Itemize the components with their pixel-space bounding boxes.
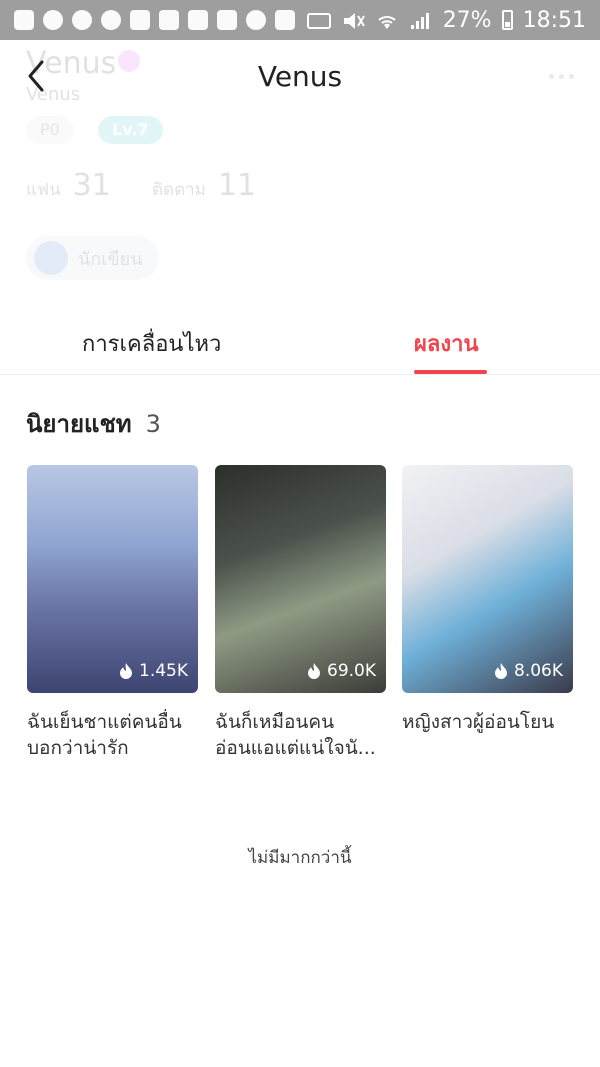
signal-icon (409, 11, 433, 29)
writer-badge: นักเขียน (26, 236, 159, 280)
tab-works[interactable]: ผลงาน (414, 326, 479, 361)
facebook-icon (43, 10, 63, 30)
page-title: Venus (257, 60, 343, 93)
heat-count: 8.06K (494, 661, 563, 681)
facebook-icon (101, 10, 121, 30)
story-title: ฉันก็เหมือนคนอ่อนแอแต่แน่ใจนั... (215, 711, 376, 759)
section-title: นิยายแชท (26, 410, 132, 438)
story-cover[interactable]: 69.0K (215, 465, 386, 693)
wifi-icon (375, 11, 399, 29)
cast-icon (306, 11, 331, 29)
end-of-list-text: ไม่มีมากกว่านี้ (248, 848, 352, 868)
tab-bar: การเคลื่อนไหว ผลงาน (0, 300, 600, 375)
tiktok-icon (217, 10, 237, 30)
power-badge: P0 (26, 116, 74, 144)
flame-icon (495, 663, 507, 679)
level-badge: Lv.7 (98, 116, 163, 144)
story-title: ฉันเย็นชาแต่คนอื่นบอกว่าน่ารัก (27, 711, 182, 759)
message-icon (14, 10, 34, 30)
top-bar: Venus (0, 40, 600, 116)
fans-stat[interactable]: แฟน 31 (26, 168, 111, 203)
writer-label: นักเขียน (78, 248, 143, 270)
heat-count: 1.45K (119, 661, 188, 681)
section-count: 3 (145, 410, 161, 438)
video-icon (275, 10, 295, 30)
tiktok-icon (188, 10, 208, 30)
fans-label: แฟน (26, 180, 61, 200)
battery-percent: 27% (442, 7, 492, 33)
more-dots-icon[interactable] (549, 74, 574, 79)
following-label: ติดตาม (152, 180, 206, 200)
writer-pen-icon (34, 241, 68, 275)
story-card[interactable]: 1.45K ฉันเย็นชาแต่คนอื่นบอกว่าน่ารัก (27, 465, 198, 761)
active-tab-indicator (414, 370, 487, 374)
flame-icon (308, 663, 320, 679)
facebook-icon (72, 10, 92, 30)
status-bar: 27% 18:51 (0, 0, 600, 40)
notification-icons (0, 10, 295, 30)
heat-count: 69.0K (307, 661, 376, 681)
app-icon (246, 10, 266, 30)
following-count: 11 (217, 168, 257, 203)
story-title: หญิงสาวผู้อ่อนโยน (402, 711, 555, 733)
story-card[interactable]: 8.06K หญิงสาวผู้อ่อนโยน (402, 465, 573, 735)
story-cover[interactable]: 8.06K (402, 465, 573, 693)
mute-icon (341, 11, 365, 29)
flame-icon (120, 663, 132, 679)
section-header: นิยายแชท 3 (26, 404, 161, 443)
clock: 18:51 (522, 7, 586, 33)
clipboard-icon (159, 10, 179, 30)
transfer-icon (130, 10, 150, 30)
tab-activity[interactable]: การเคลื่อนไหว (82, 326, 221, 361)
story-card[interactable]: 69.0K ฉันก็เหมือนคนอ่อนแอแต่แน่ใจนั... (215, 465, 386, 761)
fans-count: 31 (72, 168, 111, 203)
following-stat[interactable]: ติดตาม 11 (152, 168, 256, 203)
story-cover[interactable]: 1.45K (27, 465, 198, 693)
battery-icon (501, 10, 513, 30)
